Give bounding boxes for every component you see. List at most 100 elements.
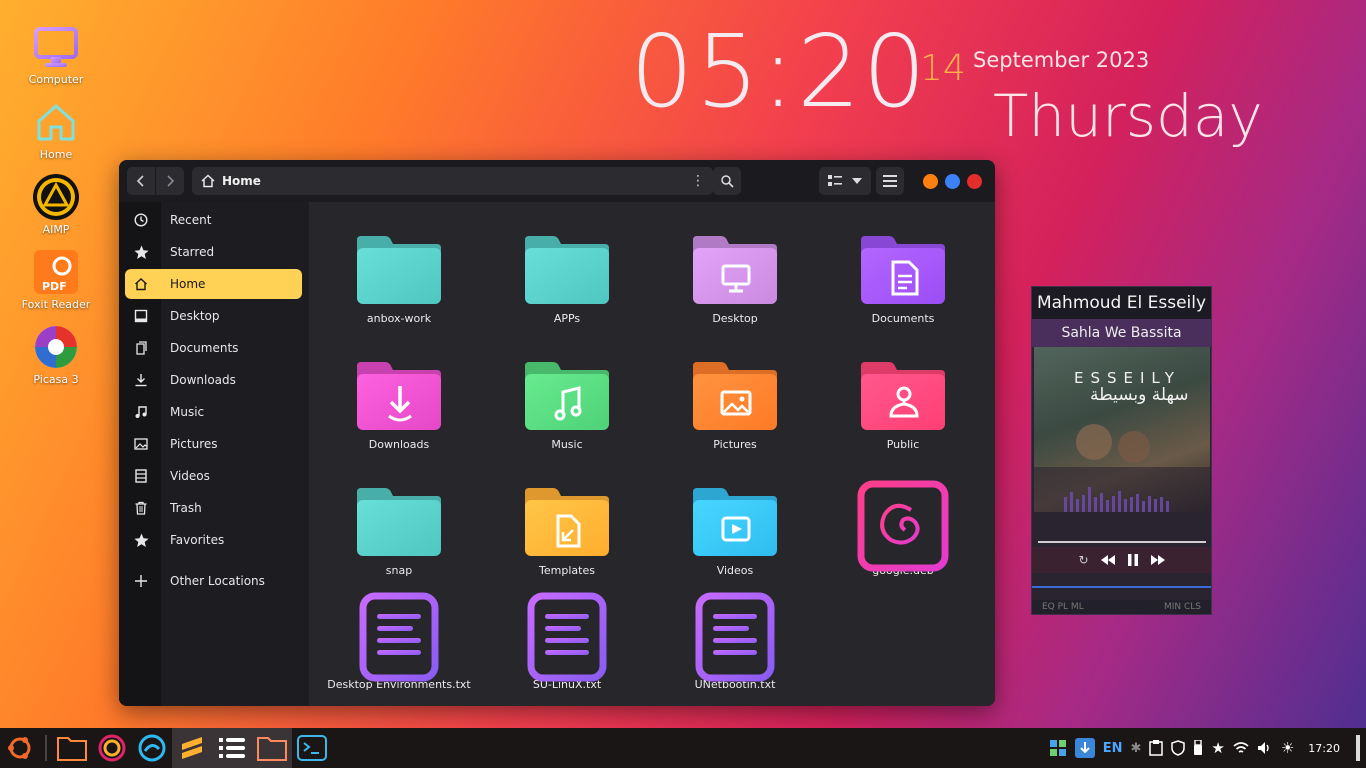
system-tray: EN ✱ ★ ☀ 17:20 (1049, 728, 1366, 768)
ubuntu-menu-button[interactable] (0, 728, 40, 768)
volume-icon[interactable] (1257, 741, 1273, 755)
sidebar-item-other-locations[interactable]: Other Locations (125, 566, 302, 596)
documents-icon (125, 341, 157, 355)
file-unetbootin-txt[interactable]: UNetbootin.txt (660, 592, 810, 691)
workspace-icon[interactable] (1049, 739, 1067, 757)
folder-music[interactable]: Music (492, 358, 642, 451)
taskbar-tasks[interactable] (212, 728, 252, 768)
desktop-icon-computer[interactable]: Computer (14, 22, 98, 97)
usb-icon[interactable] (1193, 740, 1203, 756)
sidebar-item-favorites[interactable]: Favorites (125, 525, 302, 555)
sidebar-item-starred[interactable]: Starred (125, 237, 302, 267)
folder-public[interactable]: Public (828, 358, 978, 451)
sidebar-item-desktop[interactable]: Desktop (125, 301, 302, 331)
taskbar-terminal[interactable] (292, 728, 332, 768)
rewind-icon[interactable] (1100, 555, 1115, 565)
clipboard-icon[interactable] (1149, 740, 1164, 756)
sidebar-item-videos[interactable]: Videos (125, 461, 302, 491)
shield-icon[interactable] (1171, 740, 1186, 756)
file-name: Public (886, 438, 920, 451)
taskbar-folder[interactable] (252, 728, 292, 768)
folder-desktop[interactable]: Desktop (660, 232, 810, 325)
sidebar-item-music[interactable]: Music (125, 397, 302, 427)
folder-icon (687, 232, 783, 308)
volume-bar[interactable] (1032, 586, 1211, 588)
folder-snap[interactable]: snap (324, 484, 474, 577)
sidebar-item-trash[interactable]: Trash (125, 493, 302, 523)
pause-icon[interactable] (1127, 554, 1139, 566)
tray-clock[interactable]: 17:20 (1308, 742, 1340, 755)
sidebar-item-label: Documents (170, 341, 239, 355)
folder-icon (519, 484, 615, 560)
visualizer (1034, 424, 1210, 512)
tasks-icon (219, 738, 245, 758)
files-icon (57, 737, 87, 761)
download-tray-icon[interactable] (1074, 738, 1095, 758)
folder-templates[interactable]: Templates (492, 484, 642, 577)
folder-documents[interactable]: Documents (828, 232, 978, 325)
star-tray-icon[interactable]: ★ (1211, 739, 1224, 757)
wifi-icon[interactable] (1233, 741, 1249, 755)
player-eq-buttons[interactable]: EQ PL ML (1042, 600, 1084, 614)
path-label: Home (222, 174, 261, 188)
desktop-icon-aimp[interactable]: AIMP (14, 172, 98, 247)
aimp-icon (31, 172, 81, 222)
sidebar-item-label: Starred (170, 245, 215, 259)
sidebar-item-label: Home (170, 277, 206, 291)
file-name: anbox-work (366, 312, 432, 325)
back-button[interactable] (127, 167, 155, 195)
sidebar-item-pictures[interactable]: Pictures (125, 429, 302, 459)
desktop-icon-picasa-3[interactable]: Picasa 3 (14, 322, 98, 397)
sidebar-item-recent[interactable]: Recent (125, 205, 302, 235)
view-options-button[interactable] (819, 167, 871, 195)
path-menu-icon[interactable]: ⋮ (691, 173, 705, 189)
folder-icon (519, 232, 615, 308)
fast-forward-icon[interactable] (1150, 555, 1165, 565)
foxit-reader-icon: PDF (31, 247, 81, 297)
desktop-icon-label: AIMP (42, 223, 70, 236)
folder-videos[interactable]: Videos (660, 484, 810, 577)
folder-icon (351, 358, 447, 434)
file-su-linux-txt[interactable]: SU-LinuX.txt (492, 592, 642, 691)
search-button[interactable] (713, 167, 741, 195)
sidebar-item-label: Other Locations (170, 574, 265, 588)
sidebar-item-downloads[interactable]: Downloads (125, 365, 302, 395)
minimize-button[interactable] (923, 174, 938, 189)
repeat-icon[interactable]: ↻ (1078, 553, 1088, 567)
sidebar-item-documents[interactable]: Documents (125, 333, 302, 363)
sidebar-item-home[interactable]: Home (125, 269, 302, 299)
folder-pictures[interactable]: Pictures (660, 358, 810, 451)
taskbar-files[interactable] (52, 728, 92, 768)
file-grid: anbox-work APPs Desktop Documents Downloads M… (309, 202, 995, 706)
search-icon (721, 175, 734, 188)
desktop-icon-home[interactable]: Home (14, 97, 98, 172)
desktop-icon-foxit-reader[interactable]: PDF Foxit Reader (14, 247, 98, 322)
folder-downloads[interactable]: Downloads (324, 358, 474, 451)
file-google-deb[interactable]: google.deb (828, 480, 978, 577)
brightness-icon[interactable]: ☀ (1281, 739, 1294, 757)
maximize-button[interactable] (945, 174, 960, 189)
clock-month-year: September 2023 (973, 48, 1150, 72)
picasa-icon (31, 322, 81, 372)
desktop-icon-label: Computer (28, 73, 84, 86)
taskbar-firefox[interactable] (92, 728, 132, 768)
seek-bar[interactable] (1038, 541, 1206, 543)
svg-text:PDF: PDF (42, 280, 67, 293)
sidebar-item-label: Music (170, 405, 205, 419)
taskbar-edge[interactable] (132, 728, 172, 768)
forward-button[interactable] (156, 167, 184, 195)
folder-anbox-work[interactable]: anbox-work (324, 232, 474, 325)
keyboard-layout[interactable]: EN (1103, 741, 1123, 756)
player-window-buttons[interactable]: MIN CLS (1164, 600, 1201, 614)
clock-time: 05:20 (630, 13, 929, 130)
file-desktop-environments-txt[interactable]: Desktop Environments.txt (324, 592, 474, 691)
show-desktop-button[interactable] (1356, 735, 1360, 761)
folder-apps[interactable]: APPs (492, 232, 642, 325)
close-button[interactable] (967, 174, 982, 189)
main-menu-button[interactable] (876, 167, 904, 195)
path-bar[interactable]: Home ⋮ (192, 167, 713, 195)
taskbar-sublime[interactable] (172, 728, 212, 768)
player-song: Sahla We Bassita (1032, 319, 1211, 347)
folder-icon (687, 484, 783, 560)
bluetooth-icon[interactable]: ✱ (1130, 741, 1141, 756)
